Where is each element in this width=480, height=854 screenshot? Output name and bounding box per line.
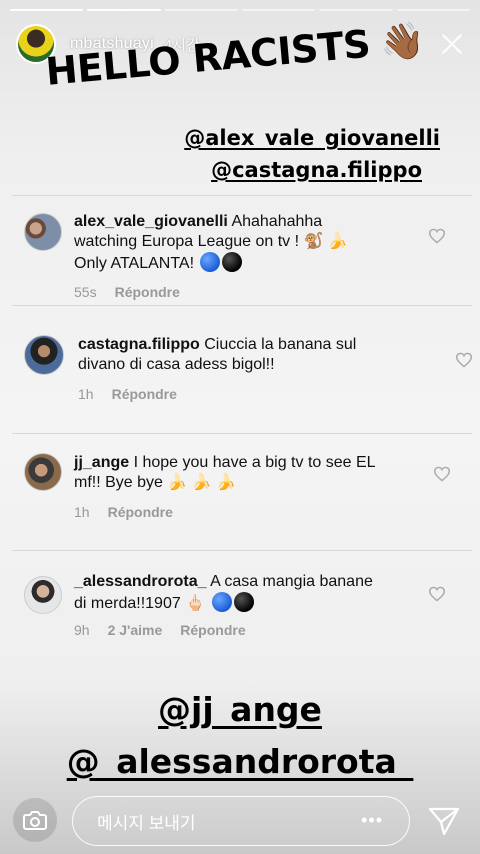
commenter-username: _alessandrorota_ [74,573,207,590]
comment-time: 1h [78,386,94,402]
mention-tag[interactable]: @alex_vale_giovanelli [184,126,440,150]
comment-item: jj_ange I hope you have a big tv to see … [12,433,472,551]
heart-icon[interactable] [428,586,446,602]
comment-time: 55s [74,284,97,300]
message-input[interactable]: 메시지 보내기 ••• [72,796,410,846]
close-icon[interactable] [438,30,466,58]
comment-line: mf!! Bye bye 🍌 🍌 🍌 [74,474,237,491]
comment-text: jj_ange I hope you have a big tv to see … [74,453,424,493]
heart-icon[interactable] [428,228,446,244]
message-placeholder: 메시지 보내기 [97,813,196,833]
progress-segment [10,9,84,11]
reply-button[interactable]: Répondre [112,386,177,402]
mention-tag-large[interactable]: @jj_ange [0,690,480,729]
more-options-icon[interactable]: ••• [361,810,383,831]
story-background: mbatshuayi 4시간 HELLO RACISTS 👋🏾 @alex_val… [0,0,480,854]
comment-meta: 9h 2 J'aime Répondre [74,622,246,638]
camera-icon [23,811,47,830]
divider [12,550,472,551]
progress-segment [241,9,316,11]
heart-icon[interactable] [455,352,473,368]
progress-segment [164,9,238,11]
comment-time: 9h [74,622,90,638]
comment-meta: 55s Répondre [74,284,180,300]
reply-button[interactable]: Répondre [115,284,180,300]
reply-button[interactable]: Répondre [180,622,245,638]
comment-line: divano di casa adess bigol!! [78,356,275,373]
progress-segment [396,9,470,11]
black-circle-icon [222,252,243,272]
commenter-avatar [24,335,64,375]
comment-line: watching Europa League on tv ! 🐒 🍌 [74,233,348,250]
comment-time: 1h [74,504,90,520]
commenter-username: jj_ange [74,454,130,471]
comment-item: alex_vale_giovanelli Ahahahahha watching… [12,195,472,307]
likes-count[interactable]: 2 J'aime [108,622,163,638]
progress-segment [319,9,393,11]
comment-line: di merda!!1907 🖕🏻 [74,595,206,612]
blue-circle-icon [211,592,232,612]
commenter-username: castagna.filippo [78,336,200,353]
comment-meta: 1h Répondre [78,386,177,402]
mention-tag-large[interactable]: @_alessandrorota_ [0,742,480,781]
comment-line: Only ATALANTA! [74,255,195,272]
wave-emoji-icon: 👋🏾 [378,19,426,65]
reply-bar: 메시지 보내기 ••• [0,778,480,854]
blue-circle-icon [200,252,221,272]
camera-button[interactable] [13,798,57,842]
comment-meta: 1h Répondre [74,504,173,520]
divider [12,195,472,196]
commenter-username: alex_vale_giovanelli [74,213,228,230]
story-progress-bar [10,9,470,11]
comment-line: I hope you have a big tv to see EL [133,454,376,471]
comments-screenshot: alex_vale_giovanelli Ahahahahha watching… [12,195,473,660]
divider [12,433,472,434]
comment-item: _alessandrorota_ A casa mangia banane di… [12,550,472,660]
comment-text: alex_vale_giovanelli Ahahahahha watching… [74,212,404,274]
comment-text: castagna.filippo Ciuccia la banana sul d… [78,335,418,375]
comment-item: castagna.filippo Ciuccia la banana sul d… [12,305,473,431]
commenter-avatar [24,453,62,491]
black-circle-icon [233,592,254,612]
commenter-avatar [24,213,62,251]
comment-line: A casa mangia banane [210,573,373,590]
comment-text: _alessandrorota_ A casa mangia banane di… [74,572,424,614]
heart-icon[interactable] [433,466,451,482]
reply-button[interactable]: Répondre [108,504,173,520]
divider [12,305,472,306]
mention-tag[interactable]: @castagna.filippo [211,158,422,182]
comment-line: Ahahahahha [231,213,323,230]
comment-line: Ciuccia la banana sul [204,336,357,353]
commenter-avatar [24,576,62,614]
send-icon[interactable] [428,806,460,836]
progress-segment [87,9,161,11]
